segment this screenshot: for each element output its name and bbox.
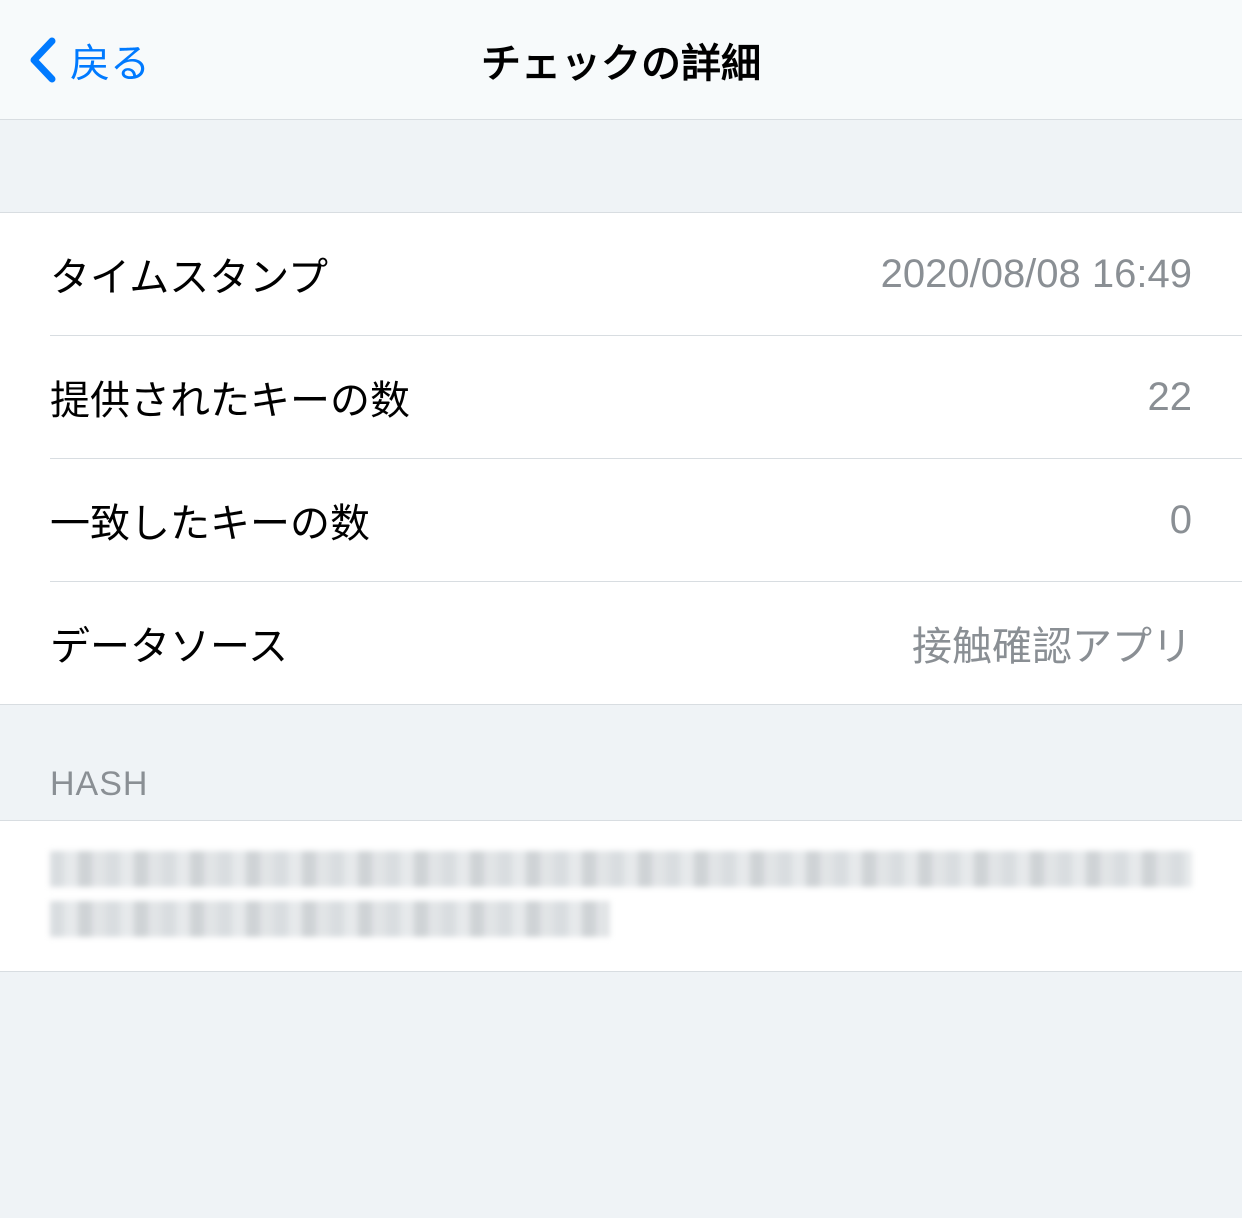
row-value: 0 bbox=[1170, 498, 1192, 543]
row-label: 一致したキーの数 bbox=[50, 491, 370, 549]
row-label: 提供されたキーの数 bbox=[50, 368, 410, 426]
list-item: タイムスタンプ 2020/08/08 16:49 bbox=[0, 213, 1242, 335]
row-value: 2020/08/08 16:49 bbox=[881, 252, 1192, 297]
redacted-line bbox=[50, 851, 1192, 887]
page-title: チェックの詳細 bbox=[0, 31, 1242, 89]
row-value: 22 bbox=[1148, 375, 1193, 420]
section-header-hash: HASH bbox=[0, 705, 1242, 820]
back-button[interactable]: 戻る bbox=[0, 31, 150, 89]
back-label: 戻る bbox=[70, 31, 150, 89]
row-value: 接触確認アプリ bbox=[912, 614, 1192, 672]
spacer bbox=[0, 120, 1242, 212]
list-item: データソース 接触確認アプリ bbox=[0, 582, 1242, 704]
list-item: 提供されたキーの数 22 bbox=[0, 336, 1242, 458]
row-label: データソース bbox=[50, 614, 288, 672]
hash-value-redacted bbox=[50, 851, 1192, 937]
hash-section bbox=[0, 820, 1242, 972]
chevron-left-icon bbox=[28, 37, 56, 83]
redacted-line bbox=[50, 901, 610, 937]
list-item: 一致したキーの数 0 bbox=[0, 459, 1242, 581]
details-section: タイムスタンプ 2020/08/08 16:49 提供されたキーの数 22 一致… bbox=[0, 212, 1242, 705]
navigation-bar: 戻る チェックの詳細 bbox=[0, 0, 1242, 120]
row-label: タイムスタンプ bbox=[50, 245, 328, 303]
